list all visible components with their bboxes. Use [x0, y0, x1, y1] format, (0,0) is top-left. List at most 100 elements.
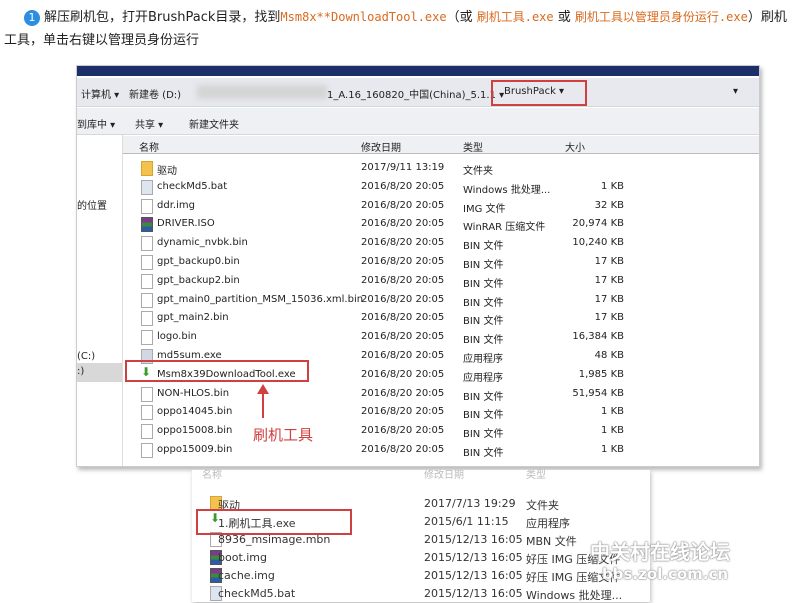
file-type: BIN 文件 — [463, 444, 503, 459]
highlight-filename: 刷机工具以管理员身份运行.exe — [575, 10, 748, 24]
header-size[interactable]: 大小 — [565, 139, 585, 154]
file-row[interactable]: dynamic_nvbk.bin 2016/8/20 20:05 BIN 文件 10,… — [123, 234, 759, 252]
file-date: 2016/8/20 20:05 — [361, 444, 444, 455]
file-size: 1 KB — [601, 406, 624, 417]
breadcrumb-computer[interactable]: 计算机 ▾ — [81, 86, 119, 101]
file-date: 2016/8/20 20:05 — [361, 181, 444, 192]
nav-drive-c[interactable]: (C:) — [77, 351, 95, 362]
text: （或 — [447, 10, 477, 25]
header-date[interactable]: 修改日期 — [361, 139, 401, 154]
file-size: 17 KB — [595, 275, 624, 286]
address-dropdown[interactable]: ▾ — [733, 86, 738, 97]
file-name: gpt_backup0.bin — [157, 256, 240, 267]
file-type: BIN 文件 — [463, 425, 503, 440]
header-name[interactable]: 名称 — [139, 139, 159, 154]
file-name: checkMd5.bat — [218, 587, 295, 600]
header-date[interactable]: 修改日期 — [424, 466, 464, 481]
highlight-box — [491, 80, 587, 106]
file-name: dynamic_nvbk.bin — [157, 237, 248, 248]
breadcrumb-path[interactable]: 1_A.16_160820_中国(China)_5.1.1 ▾ — [327, 86, 504, 101]
file-size: 48 KB — [595, 350, 624, 361]
file-type: Windows 批处理... — [463, 181, 550, 196]
text: 或 — [554, 10, 575, 25]
file-row[interactable]: gpt_backup2.bin2016/8/20 20:05BIN 文件17 K… — [123, 272, 759, 290]
file-size: 51,954 KB — [572, 388, 624, 399]
highlight-box — [196, 509, 352, 535]
file-type: BIN 文件 — [463, 237, 503, 252]
navigation-pane: 的位置 (C:) :) — [77, 135, 123, 466]
file-row[interactable]: boot.img2015/12/13 16:05好压 IMG 压缩文件 — [192, 548, 650, 566]
file-icon — [141, 330, 153, 345]
include-library-button[interactable]: 到库中 ▾ — [77, 116, 115, 131]
file-size: 1 KB — [601, 181, 624, 192]
file-icon — [141, 236, 153, 251]
file-row[interactable]: oppo15008.bin2016/8/20 20:05BIN 文件1 KB — [123, 422, 759, 440]
file-row[interactable]: checkMd5.bat2016/8/20 20:05Windows 批处理..… — [123, 178, 759, 196]
toolbar: 到库中 ▾ 共享 ▾ 新建文件夹 — [77, 108, 759, 135]
share-button[interactable]: 共享 ▾ — [135, 116, 163, 131]
file-date: 2015/12/13 16:05 — [424, 533, 523, 546]
file-type: BIN 文件 — [463, 275, 503, 290]
file-date: 2016/8/20 20:05 — [361, 350, 444, 361]
file-icon — [141, 387, 153, 402]
file-row[interactable]: logo.bin2016/8/20 20:05BIN 文件16,384 KB — [123, 328, 759, 346]
arrow-shaft — [262, 388, 264, 418]
highlight-filename: 刷机工具.exe — [477, 10, 554, 24]
file-size: 17 KB — [595, 312, 624, 323]
new-folder-button[interactable]: 新建文件夹 — [189, 116, 239, 131]
file-row[interactable]: DRIVER.ISO2016/8/20 20:05WinRAR 压缩文件20,9… — [123, 215, 759, 233]
file-row[interactable]: cache.img2015/12/13 16:05好压 IMG 压缩文件 — [192, 566, 650, 584]
breadcrumb-volume[interactable]: 新建卷 (D:) — [129, 86, 181, 101]
file-icon — [141, 293, 153, 308]
file-type: BIN 文件 — [463, 294, 503, 309]
blurred-path — [197, 85, 327, 99]
explorer-window-2: 名称 修改日期 类型 驱动2017/7/13 19:29文件夹⬇1.刷机工具.e… — [192, 470, 650, 602]
file-row[interactable]: gpt_main0_partition_MSM_15036.xml.bin201… — [123, 291, 759, 309]
file-size: 1,985 KB — [579, 369, 624, 380]
watermark-site: 中关村在线论坛 — [590, 536, 730, 565]
file-size: 17 KB — [595, 256, 624, 267]
watermark: 中关村在线论坛 bbs.zol.com.cn — [590, 536, 730, 583]
file-date: 2015/12/13 16:05 — [424, 551, 523, 564]
watermark-url: bbs.zol.com.cn — [602, 565, 730, 583]
text: 解压刷机包，打开BrushPack目录，找到 — [44, 10, 280, 25]
file-row[interactable]: oppo14045.bin 2016/8/20 20:05 BIN 文件 1 KB — [123, 403, 759, 421]
highlight-box — [125, 360, 309, 382]
file-icon — [141, 443, 153, 458]
file-icon — [141, 424, 153, 439]
file-type: 文件夹 — [463, 162, 493, 177]
file-row[interactable]: oppo15009.bin2016/8/20 20:05BIN 文件1 KB — [123, 441, 759, 459]
header-name[interactable]: 名称 — [202, 466, 222, 481]
file-name: ddr.img — [157, 200, 195, 211]
file-row[interactable]: 驱动2017/9/11 13:19文件夹 — [123, 159, 759, 177]
file-date: 2016/8/20 20:05 — [361, 200, 444, 211]
file-date: 2016/8/20 20:05 — [361, 312, 444, 323]
header-type[interactable]: 类型 — [526, 466, 546, 481]
header-type[interactable]: 类型 — [463, 139, 483, 154]
file-size: 20,974 KB — [572, 218, 624, 229]
file-name: oppo15008.bin — [157, 425, 232, 436]
file-type: IMG 文件 — [463, 200, 506, 215]
nav-places[interactable]: 的位置 — [77, 197, 107, 212]
nav-drive-d[interactable]: :) — [77, 363, 122, 382]
file-row[interactable]: NON-HLOS.bin2016/8/20 20:05BIN 文件51,954 … — [123, 385, 759, 403]
file-name: boot.img — [218, 551, 267, 564]
file-type: BIN 文件 — [463, 312, 503, 327]
file-date: 2016/8/20 20:05 — [361, 331, 444, 342]
file-size: 10,240 KB — [572, 237, 624, 248]
file-size: 1 KB — [601, 425, 624, 436]
address-bar[interactable]: 计算机 ▾ 新建卷 (D:) 1_A.16_160820_中国(China)_5… — [77, 78, 759, 107]
file-date: 2016/8/20 20:05 — [361, 237, 444, 248]
file-size: 1 KB — [601, 444, 624, 455]
file-name: oppo14045.bin — [157, 406, 232, 417]
file-row[interactable]: gpt_backup0.bin2016/8/20 20:05BIN 文件17 K… — [123, 253, 759, 271]
rar-icon — [141, 217, 153, 232]
file-row[interactable]: checkMd5.bat2015/12/13 16:05Windows 批处理.… — [192, 584, 650, 602]
highlight-filename: Msm8x**DownloadTool.exe — [280, 10, 446, 24]
file-date: 2016/8/20 20:05 — [361, 406, 444, 417]
file-icon — [141, 311, 153, 326]
title-bar — [77, 66, 759, 76]
file-row[interactable]: gpt_main2.bin2016/8/20 20:05BIN 文件17 KB — [123, 309, 759, 327]
file-row[interactable]: ddr.img2016/8/20 20:05IMG 文件32 KB — [123, 197, 759, 215]
file-type: BIN 文件 — [463, 406, 503, 421]
